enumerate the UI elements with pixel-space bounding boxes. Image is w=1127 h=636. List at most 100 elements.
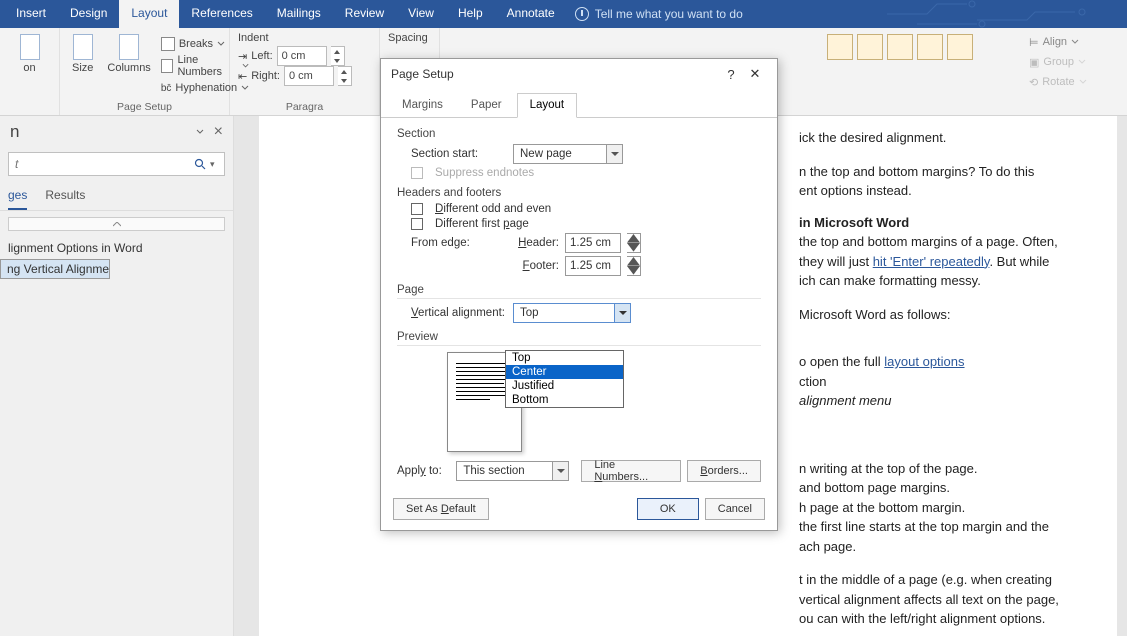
doc-link[interactable]: hit 'Enter' repeatedly	[873, 254, 990, 269]
ok-button[interactable]: OK	[637, 498, 699, 520]
line-numbers-button[interactable]: Line Numbers...	[581, 460, 681, 482]
preview-label: Preview	[397, 331, 761, 346]
apply-to-select[interactable]: This section	[456, 461, 569, 481]
vertical-alignment-label: Vertical alignment:	[411, 307, 507, 319]
nav-search[interactable]: ▾	[8, 152, 225, 176]
dialog-tab-layout[interactable]: Layout	[517, 93, 578, 118]
header-input[interactable]: 1.25 cm	[565, 233, 621, 253]
position-button[interactable]	[827, 34, 853, 60]
dropdown-option[interactable]: Center	[506, 365, 623, 379]
doc-text: ent options instead.	[799, 181, 1103, 201]
chevron-down-icon	[614, 304, 630, 322]
indent-left-icon: ⇥	[238, 50, 247, 63]
page-setup-group-label: Page Setup	[68, 99, 221, 113]
tab-layout[interactable]: Layout	[119, 0, 179, 28]
line-numbers-icon	[161, 59, 174, 73]
ion-button[interactable]: on	[8, 32, 51, 76]
align-label: Align	[1043, 36, 1067, 48]
nav-item[interactable]: ng Vertical Alignment in Microsoft Word	[0, 259, 110, 279]
vertical-alignment-select[interactable]: Top	[513, 303, 631, 323]
size-button[interactable]: Size	[68, 32, 97, 98]
tab-annotate[interactable]: Annotate	[495, 0, 567, 28]
nav-tabs: ges Results	[0, 184, 233, 211]
doc-text: ou can with the left/right alignment opt…	[799, 609, 1103, 629]
chevron-down-icon	[217, 40, 225, 48]
group-icon: ▣	[1029, 56, 1039, 69]
wrap-text-button[interactable]	[857, 34, 883, 60]
tab-insert[interactable]: Insert	[4, 0, 58, 28]
dialog-close-button[interactable]: ✕	[743, 66, 767, 82]
tab-help[interactable]: Help	[446, 0, 495, 28]
chevron-down-icon	[606, 145, 622, 163]
vertical-alignment-dropdown: Top Center Justified Bottom	[505, 350, 624, 408]
suppress-endnotes-checkbox	[411, 167, 423, 179]
tab-design[interactable]: Design	[58, 0, 119, 28]
doc-text: t in the middle of a page (e.g. when cre…	[799, 570, 1103, 590]
doc-text: ach page.	[799, 537, 1103, 557]
nav-item[interactable]: lignment Options in Word	[0, 237, 233, 259]
tab-references[interactable]: References	[179, 0, 264, 28]
doc-text: Microsoft Word as follows:	[799, 305, 1103, 325]
page-section-label: Page	[397, 284, 761, 299]
breaks-icon	[161, 37, 175, 51]
indent-left-spinner[interactable]	[331, 46, 345, 66]
tell-me-label: Tell me what you want to do	[595, 7, 743, 21]
dialog-titlebar[interactable]: Page Setup ? ✕	[381, 59, 777, 89]
borders-button[interactable]: Borders...	[687, 460, 761, 482]
indent-right-row[interactable]: ⇤Right:0 cm	[238, 66, 371, 86]
send-backward-button[interactable]	[917, 34, 943, 60]
page-setup-dialog: Page Setup ? ✕ Margins Paper Layout Sect…	[380, 58, 778, 531]
tab-view[interactable]: View	[396, 0, 446, 28]
indent-left-input[interactable]: 0 cm	[277, 46, 327, 66]
section-start-select[interactable]: New page	[513, 144, 623, 164]
dialog-title: Page Setup	[391, 67, 454, 81]
footer-spinner[interactable]	[627, 256, 641, 276]
paragraph-group-label: Paragra	[238, 99, 371, 113]
cancel-button[interactable]: Cancel	[705, 498, 765, 520]
doc-text: h page at the bottom margin.	[799, 498, 1103, 518]
footer-label: Footer:	[513, 260, 559, 272]
dropdown-option[interactable]: Top	[506, 351, 623, 365]
doc-text: n the top and bottom margins? To do this	[799, 162, 1103, 182]
header-spinner[interactable]	[627, 233, 641, 253]
selection-pane-button[interactable]	[947, 34, 973, 60]
search-icon[interactable]	[190, 158, 210, 170]
indent-right-spinner[interactable]	[338, 66, 352, 86]
diff-odd-even-checkbox[interactable]	[411, 203, 423, 215]
hyphenation-label: Hyphenation	[175, 82, 237, 94]
dropdown-option[interactable]: Bottom	[506, 393, 623, 407]
rotate-label: Rotate	[1042, 76, 1074, 88]
indent-left-row[interactable]: ⇥Left:0 cm	[238, 46, 371, 66]
diff-first-page-checkbox[interactable]	[411, 218, 423, 230]
bring-forward-button[interactable]	[887, 34, 913, 60]
nav-collapse-button[interactable]	[8, 217, 225, 231]
doc-text: and bottom page margins.	[799, 478, 1103, 498]
section-label: Section	[397, 128, 761, 140]
footer-input[interactable]: 1.25 cm	[565, 256, 621, 276]
nav-search-input[interactable]	[9, 157, 190, 171]
dialog-help-button[interactable]: ?	[719, 67, 743, 82]
align-button[interactable]: ⊨ Align	[1025, 32, 1091, 52]
rotate-icon: ⟲	[1029, 76, 1038, 89]
indent-right-label: Right:	[251, 70, 280, 82]
tab-mailings[interactable]: Mailings	[265, 0, 333, 28]
dialog-tab-paper[interactable]: Paper	[458, 93, 515, 117]
tell-me[interactable]: Tell me what you want to do	[575, 0, 743, 28]
columns-button[interactable]: Columns	[103, 32, 154, 98]
from-edge-label: From edge:	[411, 237, 507, 249]
doc-heading: in Microsoft Word	[799, 215, 909, 230]
tab-review[interactable]: Review	[333, 0, 396, 28]
nav-dropdown-icon[interactable]	[196, 128, 204, 136]
search-dropdown-icon[interactable]: ▾	[210, 159, 224, 170]
columns-label: Columns	[107, 62, 150, 74]
nav-tab-results[interactable]: Results	[45, 188, 85, 210]
doc-link[interactable]: layout options	[884, 354, 964, 369]
nav-tab-headings[interactable]: ges	[8, 188, 27, 210]
dialog-tab-margins[interactable]: Margins	[389, 93, 456, 117]
set-default-button[interactable]: Set As Default	[393, 498, 489, 520]
indent-right-input[interactable]: 0 cm	[284, 66, 334, 86]
nav-close-button[interactable]: ×	[214, 123, 223, 141]
doc-text: ction	[799, 372, 1103, 392]
align-icon: ⊨	[1029, 36, 1039, 49]
dropdown-option[interactable]: Justified	[506, 379, 623, 393]
